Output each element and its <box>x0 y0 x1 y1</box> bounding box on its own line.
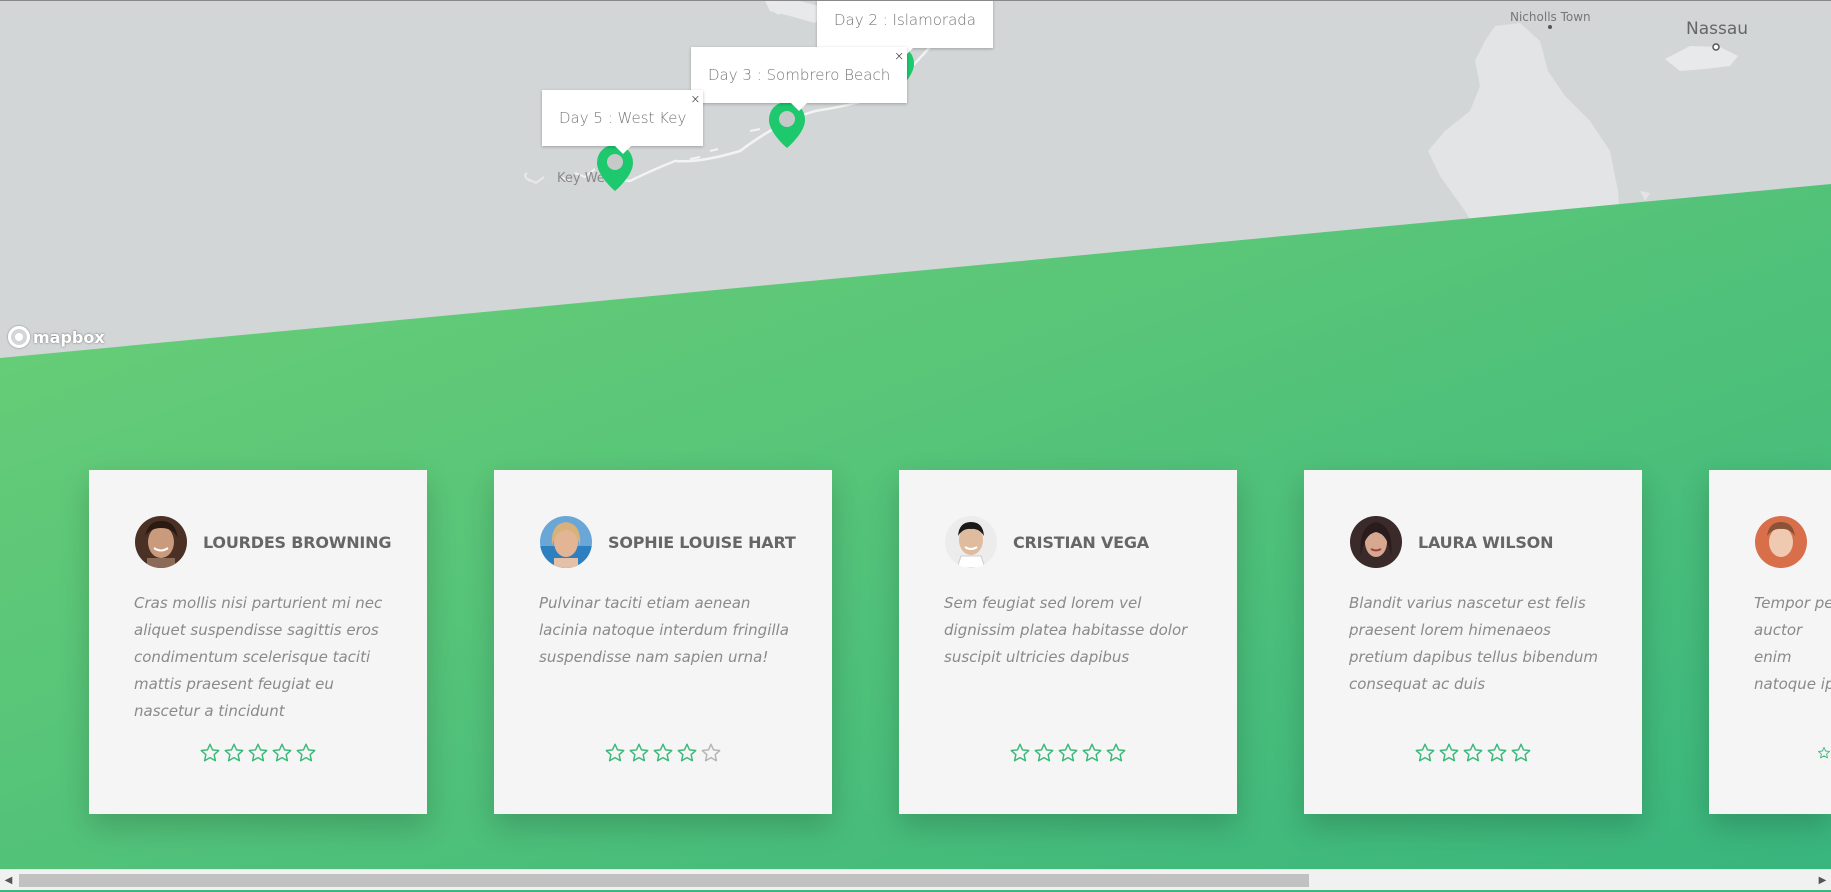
star-icon <box>1415 743 1435 762</box>
star-icon <box>1058 743 1078 762</box>
avatar <box>1350 516 1402 568</box>
reviewer-name: LOURDES BROWNING <box>203 532 392 552</box>
popup-close-button[interactable]: × <box>894 50 904 62</box>
map-label-nicholls-town: Nicholls Town <box>1510 10 1591 24</box>
avatar <box>1755 516 1807 568</box>
star-rating <box>899 742 1237 764</box>
avatar <box>945 516 997 568</box>
star-icon <box>1487 743 1507 762</box>
map-popup-west-key: Day 5 : West Key × <box>542 90 704 154</box>
star-icon <box>1034 743 1054 762</box>
scrollbar-thumb[interactable] <box>19 874 1309 887</box>
avatar <box>540 516 592 568</box>
testimonial-card: LAURA WILSON Blandit varius nascetur est… <box>1304 470 1642 814</box>
star-icon <box>605 743 625 762</box>
star-icon <box>296 743 316 762</box>
testimonial-card: SOPHIE LOUISE HART Pulvinar taciti etiam… <box>494 470 832 814</box>
star-icon <box>1082 743 1102 762</box>
review-text: Blandit varius nascetur est felis praese… <box>1349 594 1598 693</box>
reviewer-name: CRISTIAN VEGA <box>1013 532 1149 552</box>
star-rating <box>494 742 832 764</box>
testimonial-carousel[interactable]: LOURDES BROWNING Cras mollis nisi partur… <box>0 470 1831 815</box>
star-icon <box>1817 746 1831 759</box>
star-icon <box>1439 743 1459 762</box>
testimonial-card: CRISTIAN VEGA Sem feugiat sed lorem vel … <box>899 470 1237 814</box>
mapbox-logo-text: mapbox <box>33 327 105 347</box>
popup-text: Day 3 : Sombrero Beach <box>708 66 891 84</box>
map-popup-islamorada: Day 2 : Islamorada × <box>817 1 993 56</box>
review-text: Cras mollis nisi parturient mi nec aliqu… <box>134 594 383 720</box>
review-text: Tempor pell auctor enim natoque ips <box>1754 594 1831 693</box>
star-icon <box>1463 743 1483 762</box>
star-rating <box>1817 742 1831 764</box>
star-icon <box>200 743 220 762</box>
review-text: Sem feugiat sed lorem vel dignissim plat… <box>944 594 1188 666</box>
testimonial-card: Tempor pell auctor enim natoque ips <box>1709 470 1831 814</box>
horizontal-scrollbar[interactable]: ◀ ▶ <box>0 869 1831 890</box>
reviewer-name: LAURA WILSON <box>1418 532 1554 552</box>
star-icon <box>1106 743 1126 762</box>
popup-text: Day 2 : Islamorada <box>834 11 976 29</box>
popup-close-button[interactable]: × <box>980 1 990 2</box>
star-icon <box>248 743 268 762</box>
popup-close-button[interactable]: × <box>690 93 700 105</box>
map-label-nassau: Nassau <box>1686 19 1749 39</box>
reviewer-name: SOPHIE LOUISE HART <box>608 532 796 552</box>
scroll-right-arrow-icon[interactable]: ▶ <box>1814 870 1831 891</box>
star-rating <box>1304 742 1642 764</box>
star-icon <box>272 743 292 762</box>
star-icon <box>653 743 673 762</box>
map-popup-sombrero-beach: Day 3 : Sombrero Beach × <box>691 47 908 111</box>
star-icon <box>1010 743 1030 762</box>
mapbox-logo-icon <box>8 326 30 348</box>
review-text: Pulvinar taciti etiam aenean lacinia nat… <box>539 594 789 666</box>
popup-text: Day 5 : West Key <box>559 109 687 127</box>
star-icon <box>1511 743 1531 762</box>
star-icon <box>677 743 697 762</box>
mapbox-logo[interactable]: mapbox <box>8 326 105 348</box>
star-empty-icon <box>701 743 721 762</box>
scroll-left-arrow-icon[interactable]: ◀ <box>0 870 17 891</box>
star-rating <box>89 742 427 764</box>
testimonial-card: LOURDES BROWNING Cras mollis nisi partur… <box>89 470 427 814</box>
star-icon <box>629 743 649 762</box>
avatar <box>135 516 187 568</box>
star-icon <box>224 743 244 762</box>
